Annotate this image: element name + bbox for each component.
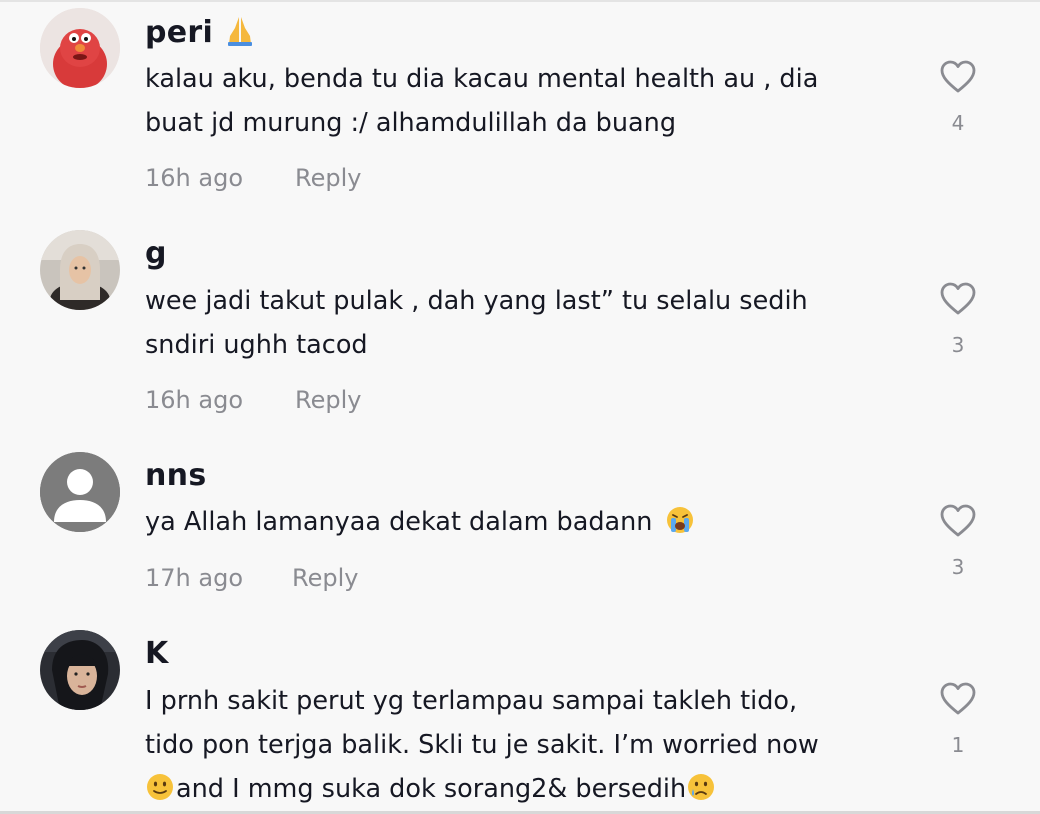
comment-username[interactable]: K (145, 636, 169, 672)
comment-meta: 16h ago Reply (145, 163, 361, 193)
avatar[interactable] (40, 630, 120, 710)
default-user-avatar-icon (40, 452, 120, 532)
heart-icon[interactable] (940, 60, 976, 94)
comment-meta: 16h ago Reply (145, 385, 361, 415)
comment-time: 16h ago (145, 386, 244, 414)
comment-time: 17h ago (145, 564, 244, 592)
reply-button[interactable]: Reply (292, 563, 358, 593)
reply-button[interactable]: Reply (295, 163, 361, 193)
comment-username[interactable]: g (145, 236, 167, 272)
hijab-avatar-icon (40, 230, 120, 310)
folded-hands-emoji-icon (227, 17, 252, 46)
like-count: 3 (951, 333, 965, 357)
avatar[interactable] (40, 8, 120, 88)
comment-text: I prnh sakit perut yg terlampau sampai t… (145, 686, 819, 804)
comment-meta: 17h ago Reply (145, 563, 358, 593)
avatar[interactable] (40, 230, 120, 310)
elmo-avatar-icon (40, 8, 120, 88)
crying-face-emoji-icon (688, 774, 715, 800)
comment-text: ya Allah lamanyaa dekat dalam badann (145, 500, 905, 544)
photo-avatar-icon (40, 630, 120, 710)
comment-username[interactable]: nns (145, 458, 206, 494)
like-count: 1 (951, 733, 965, 757)
heart-icon[interactable] (940, 504, 976, 538)
slightly-smiling-emoji-icon (147, 774, 173, 800)
comment-username[interactable]: peri (145, 14, 256, 51)
loudly-crying-emoji-icon (666, 507, 693, 533)
reply-button[interactable]: Reply (295, 385, 361, 415)
heart-icon[interactable] (940, 682, 976, 716)
avatar[interactable] (40, 452, 120, 532)
top-divider (0, 0, 1040, 2)
comment-text: kalau aku, benda tu dia kacau mental hea… (145, 64, 819, 138)
comment-text: wee jadi takut pulak , dah yang last” tu… (145, 286, 808, 360)
heart-icon[interactable] (940, 282, 976, 316)
like-count: 3 (951, 555, 965, 579)
comment-time: 16h ago (145, 164, 244, 192)
like-count: 4 (951, 111, 965, 135)
